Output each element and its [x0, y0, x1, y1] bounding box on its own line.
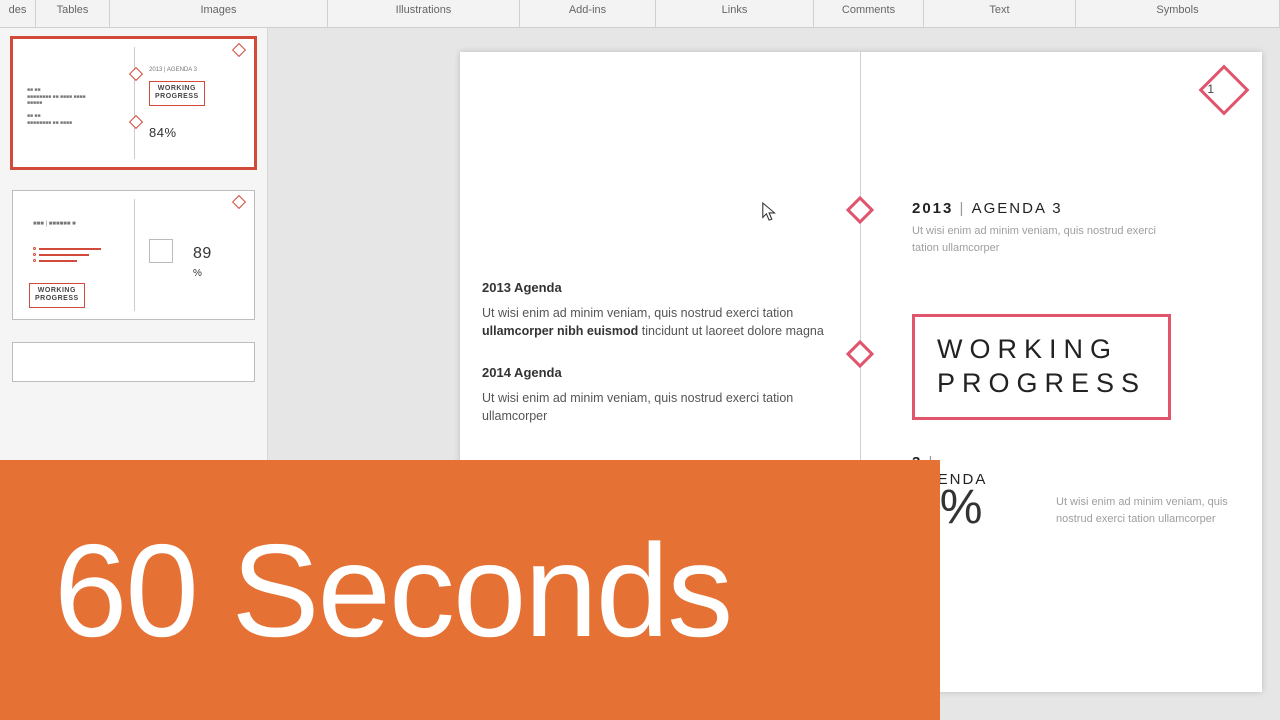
- ribbon-group-images[interactable]: Images: [110, 0, 328, 28]
- thumb-heading: 2013 | AGENDA 3: [149, 67, 197, 75]
- slide-thumbnail-3[interactable]: [12, 342, 255, 382]
- slide-thumbnail-2[interactable]: ■■■ | ■■■■■■ ■ 89% WORKINGPROGRESS: [12, 190, 255, 320]
- ribbon-group-addins[interactable]: Add-ins: [520, 0, 656, 28]
- divider: [134, 199, 135, 311]
- section-subtitle[interactable]: Ut wisi enim ad minim veniam, quis nostr…: [912, 223, 1172, 256]
- slide-right-column[interactable]: 2013 | AGENDA 3 Ut wisi enim ad minim ve…: [912, 200, 1242, 256]
- diamond-icon: [232, 195, 246, 209]
- thumb-number: 89%: [193, 245, 212, 281]
- slide-thumbnail-1[interactable]: ■■ ■■■■■■■■■■ ■■ ■■■■ ■■■■■■■■■■■ ■■■■■■…: [12, 38, 255, 168]
- section-title[interactable]: 2013 | AGENDA 3: [912, 200, 1242, 217]
- page-diamond-icon: [1199, 65, 1250, 116]
- agenda-heading-2013[interactable]: 2013 Agenda: [482, 278, 842, 298]
- mouse-cursor-icon: [761, 201, 779, 223]
- thumb-bars: [33, 247, 123, 265]
- thumb-box: WORKINGPROGRESS: [149, 81, 205, 106]
- slide-left-column[interactable]: 2013 Agenda Ut wisi enim ad minim veniam…: [482, 278, 842, 448]
- thumb-text-block: ■■ ■■■■■■■■■■ ■■ ■■■■ ■■■■■■■■■■■ ■■■■■■…: [27, 87, 117, 126]
- ribbon-group-symbols[interactable]: Symbols: [1076, 0, 1280, 28]
- ribbon-groups: des Tables Images Illustrations Add-ins …: [0, 0, 1280, 28]
- wp-line1: WORKING: [937, 333, 1146, 367]
- overlay-banner: 60 Seconds: [0, 460, 940, 720]
- diamond-icon: [232, 43, 246, 57]
- page-number: 1: [1207, 82, 1214, 96]
- ribbon-group-comments[interactable]: Comments: [814, 0, 924, 28]
- diamond-icon: [846, 340, 874, 368]
- thumb-box: WORKINGPROGRESS: [29, 283, 85, 308]
- working-progress-box[interactable]: WORKING PROGRESS: [912, 314, 1171, 420]
- percent-sub: Ut wisi enim ad minim veniam, quis nostr…: [1056, 494, 1262, 527]
- agenda-text-2013[interactable]: Ut wisi enim ad minim veniam, quis nostr…: [482, 304, 842, 342]
- ribbon-group-slides[interactable]: des: [0, 0, 36, 28]
- agenda-text-2014[interactable]: Ut wisi enim ad minim veniam, quis nostr…: [482, 389, 842, 427]
- thumb-percent: 84%: [149, 125, 177, 140]
- diamond-icon: [129, 115, 143, 129]
- ribbon-group-tables[interactable]: Tables: [36, 0, 110, 28]
- thumb-icon-box: [149, 239, 173, 263]
- percent-side: Ut wisi enim ad minim veniam, quis nostr…: [1056, 494, 1262, 527]
- ribbon-group-text[interactable]: Text: [924, 0, 1076, 28]
- divider: [134, 47, 135, 159]
- thumb-heading: ■■■ | ■■■■■■ ■: [33, 221, 76, 229]
- agenda-heading-2014[interactable]: 2014 Agenda: [482, 363, 842, 383]
- wp-line2: PROGRESS: [937, 367, 1146, 401]
- diamond-icon: [846, 196, 874, 224]
- ribbon-group-links[interactable]: Links: [656, 0, 814, 28]
- diamond-icon: [129, 67, 143, 81]
- banner-text: 60 Seconds: [54, 515, 731, 666]
- ribbon-group-illustrations[interactable]: Illustrations: [328, 0, 520, 28]
